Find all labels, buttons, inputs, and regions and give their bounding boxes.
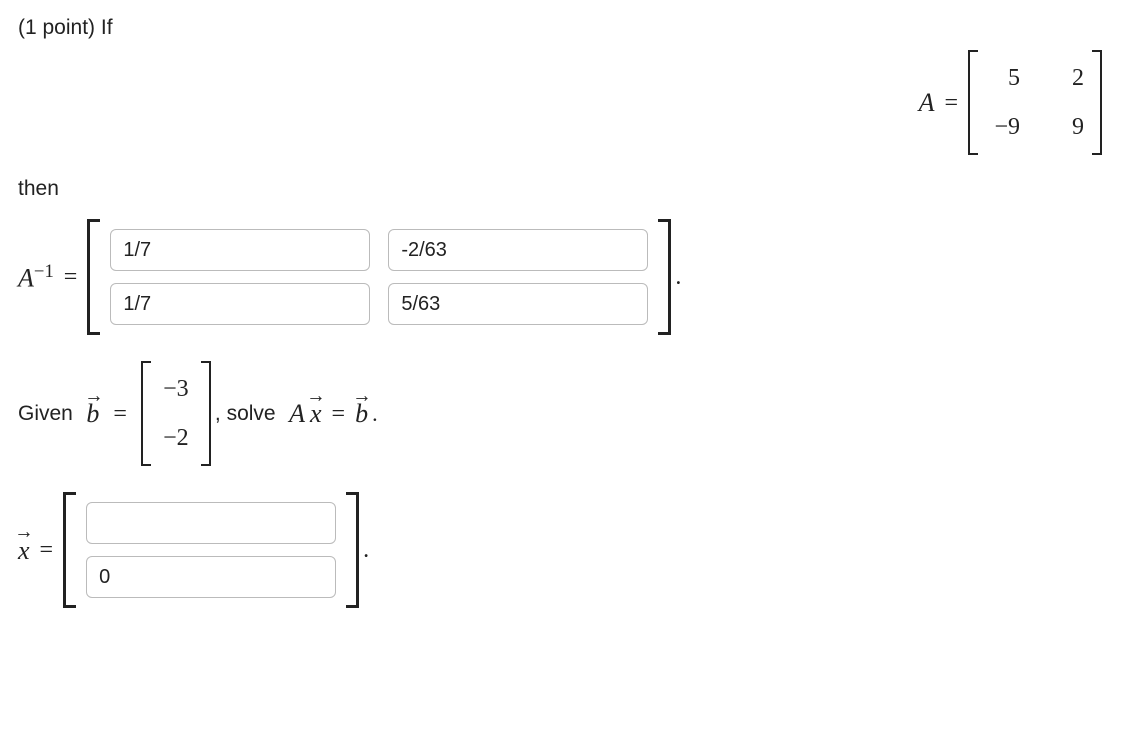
vector-x-brackets xyxy=(63,492,359,608)
matrix-a-r1c2: 2 xyxy=(1050,60,1084,96)
a-inverse-input-r2c2[interactable] xyxy=(388,283,648,325)
matrix-a-r2c2: 9 xyxy=(1050,109,1084,145)
matrix-a-brackets: 5 2 −9 9 xyxy=(968,50,1102,155)
solve-text: , solve xyxy=(215,400,276,428)
a-inverse-label: A−1 xyxy=(18,259,54,296)
problem-intro: (1 point) If xyxy=(18,14,1108,42)
a-inverse-row: A−1 = . xyxy=(18,219,1108,335)
vector-x-input-r1[interactable] xyxy=(86,502,336,544)
matrix-a-label: A xyxy=(919,85,935,120)
equals-sign: = xyxy=(113,398,127,430)
equation-b: b xyxy=(355,396,368,431)
vector-b-label: b xyxy=(86,396,99,431)
matrix-a-r1c1: 5 xyxy=(986,60,1020,96)
period: . xyxy=(675,261,681,293)
equation-period: . xyxy=(372,399,378,429)
given-b-row: Given b = −3 −2 , solve A x = b . xyxy=(18,361,1108,466)
vector-b-brackets: −3 −2 xyxy=(141,361,211,466)
a-inverse-input-r1c1[interactable] xyxy=(110,229,370,271)
vector-x-row: x = . xyxy=(18,492,1108,608)
equation-x: x xyxy=(310,396,322,431)
then-text: then xyxy=(18,175,1108,203)
given-text: Given xyxy=(18,400,73,428)
equation-equals: = xyxy=(332,398,346,430)
matrix-a-definition: A = 5 2 −9 9 xyxy=(18,50,1108,155)
equals-sign: = xyxy=(944,87,958,119)
a-inverse-input-r2c1[interactable] xyxy=(110,283,370,325)
vector-b-r2: −2 xyxy=(159,420,193,456)
vector-b-r1: −3 xyxy=(159,371,193,407)
vector-x-input-r2[interactable] xyxy=(86,556,336,598)
if-text: If xyxy=(101,14,113,42)
period: . xyxy=(363,534,369,566)
equals-sign: = xyxy=(64,261,78,293)
matrix-a-r2c1: −9 xyxy=(986,109,1020,145)
a-inverse-input-r1c2[interactable] xyxy=(388,229,648,271)
equals-sign: = xyxy=(40,534,54,566)
points-label: (1 point) xyxy=(18,14,95,42)
a-inverse-matrix xyxy=(87,219,671,335)
vector-x-label: x xyxy=(18,533,30,568)
equation-A: A xyxy=(289,396,305,431)
